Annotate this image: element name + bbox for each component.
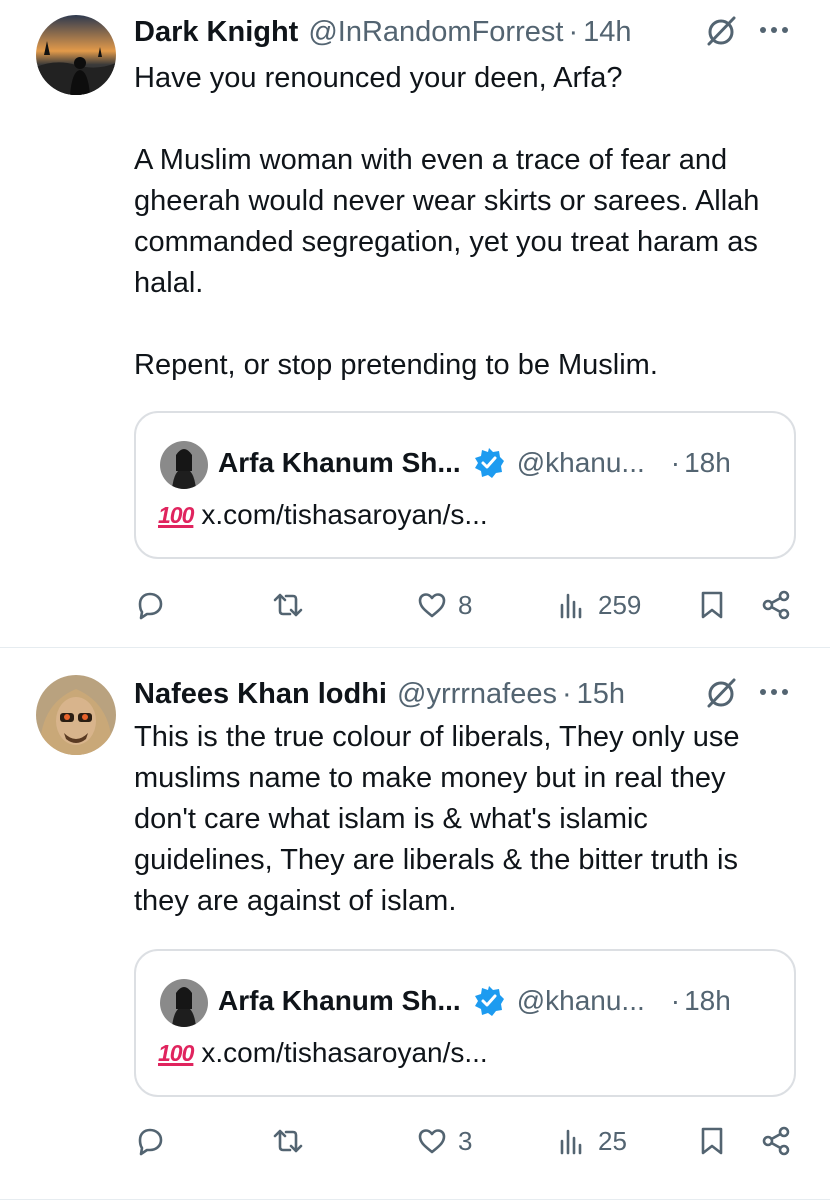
hundred-points-icon: 100 (158, 1039, 194, 1066)
views-count: 25 (598, 1125, 627, 1156)
views-button[interactable]: 259 (556, 580, 641, 630)
repost-icon (273, 1129, 303, 1153)
tweet-text: This is the true colour of liberals, The… (134, 721, 740, 917)
like-count: 8 (458, 589, 473, 620)
quote-avatar (160, 441, 208, 489)
tweet[interactable]: Nafees Khan lodhi @yrrrnafees · 15h This… (0, 648, 830, 1200)
reply-button[interactable] (134, 1116, 176, 1166)
separator: · (568, 15, 579, 48)
views-button[interactable]: 25 (556, 1116, 627, 1166)
heart-icon (418, 593, 446, 618)
bookmark-icon (701, 1127, 723, 1155)
quoted-tweet[interactable]: Arfa Khanum Sh... @khanu... · 18h 100 x.… (134, 949, 796, 1097)
share-button[interactable] (760, 1116, 792, 1166)
action-bar: 3 25 (0, 1116, 830, 1166)
hundred-points-icon: 100 (158, 501, 194, 528)
timestamp[interactable]: 14h (583, 16, 631, 49)
more-icon[interactable] (754, 674, 794, 710)
quote-header: Arfa Khanum Sh... @khanu... · 18h (218, 443, 774, 483)
bookmark-icon (701, 591, 723, 619)
verified-badge-icon (473, 447, 505, 479)
reply-icon (138, 1128, 163, 1156)
repost-button[interactable] (272, 1116, 314, 1166)
quote-author-name: Arfa Khanum Sh... (218, 447, 461, 478)
views-icon (560, 593, 582, 619)
tweet-header: Nafees Khan lodhi @yrrrnafees · 15h (134, 674, 830, 714)
bookmark-button[interactable] (696, 1116, 728, 1166)
reply-icon (138, 592, 163, 620)
action-bar: 8 259 (0, 580, 830, 630)
views-icon (560, 1129, 582, 1155)
quoted-tweet[interactable]: Arfa Khanum Sh... @khanu... · 18h 100 x.… (134, 411, 796, 559)
quote-text: 100 x.com/tishasaroyan/s... (158, 1037, 488, 1069)
more-icon[interactable] (754, 12, 794, 48)
avatar[interactable] (36, 15, 116, 95)
repost-icon (273, 593, 303, 617)
tweet-header: Dark Knight @InRandomForrest · 14h (134, 12, 830, 52)
share-button[interactable] (760, 580, 792, 630)
views-count: 259 (598, 589, 642, 620)
bookmark-button[interactable] (696, 580, 728, 630)
like-button[interactable]: 3 (416, 1116, 472, 1166)
repost-button[interactable] (272, 580, 314, 630)
reply-button[interactable] (134, 580, 176, 630)
separator: · (670, 447, 681, 478)
separator: · (670, 985, 681, 1016)
quote-text: 100 x.com/tishasaroyan/s... (158, 499, 488, 531)
tweet-text: Have you renounced your deen, Arfa? A Mu… (134, 62, 760, 381)
like-button[interactable]: 8 (416, 580, 472, 630)
quote-timestamp: 18h (684, 447, 731, 478)
heart-icon (418, 1129, 446, 1154)
separator: · (561, 677, 572, 710)
author-handle[interactable]: @yrrrnafees (397, 678, 557, 711)
tweet[interactable]: Dark Knight @InRandomForrest · 14h Have … (0, 0, 830, 648)
quote-avatar (160, 979, 208, 1027)
quote-header: Arfa Khanum Sh... @khanu... · 18h (218, 981, 774, 1021)
quote-link[interactable]: x.com/tishasaroyan/s... (201, 1037, 487, 1069)
quote-timestamp: 18h (684, 985, 731, 1016)
author-handle[interactable]: @InRandomForrest (308, 16, 563, 49)
quote-link[interactable]: x.com/tishasaroyan/s... (201, 499, 487, 531)
share-icon (762, 590, 790, 620)
quote-author-handle: @khanu... (516, 447, 645, 478)
timestamp[interactable]: 15h (577, 678, 625, 711)
grok-icon[interactable] (704, 14, 738, 48)
author-name[interactable]: Dark Knight (134, 16, 298, 49)
grok-icon[interactable] (704, 676, 738, 710)
share-icon (762, 1126, 790, 1156)
verified-badge-icon (473, 985, 505, 1017)
quote-author-name: Arfa Khanum Sh... (218, 985, 461, 1016)
quote-author-handle: @khanu... (516, 985, 645, 1016)
like-count: 3 (458, 1125, 473, 1156)
author-name[interactable]: Nafees Khan lodhi (134, 678, 387, 711)
avatar[interactable] (36, 675, 116, 755)
